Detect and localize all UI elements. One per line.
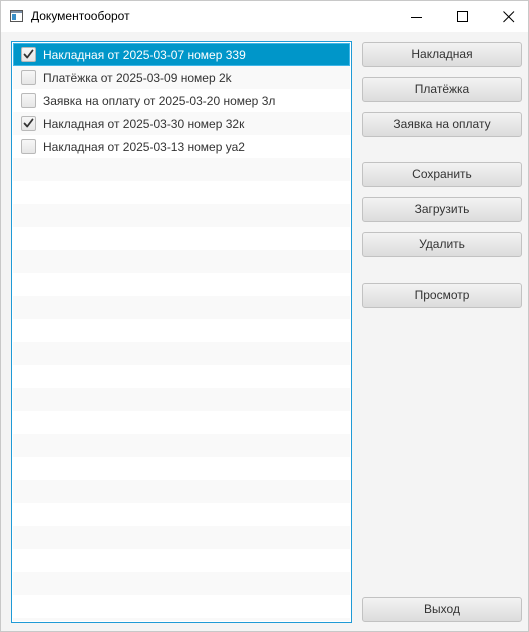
list-item-label: Заявка на оплату от 2025-03-20 номер 3л [43, 94, 276, 108]
empty-list-row [13, 549, 350, 572]
new-payment-button[interactable]: Платёжка [362, 77, 522, 102]
empty-list-row [13, 227, 350, 250]
empty-list-row [13, 618, 350, 621]
empty-list-row [13, 411, 350, 434]
empty-list-row [13, 365, 350, 388]
load-button[interactable]: Загрузить [362, 197, 522, 222]
empty-list-row [13, 181, 350, 204]
empty-list-row [13, 158, 350, 181]
window-title: Документооборот [31, 9, 130, 23]
item-checkbox[interactable] [21, 47, 36, 62]
empty-list-row [13, 526, 350, 549]
documents-list-body: Накладная от 2025-03-07 номер 339 Платёжк… [13, 43, 350, 621]
exit-button[interactable]: Выход [362, 597, 522, 622]
new-invoice-button[interactable]: Накладная [362, 42, 522, 67]
delete-button[interactable]: Удалить [362, 232, 522, 257]
list-item[interactable]: Платёжка от 2025-03-09 номер 2k [13, 66, 350, 89]
list-item-label: Накладная от 2025-03-07 номер 339 [43, 48, 246, 62]
item-checkbox[interactable] [21, 116, 36, 131]
title-bar[interactable]: Документооборот [1, 1, 528, 32]
list-item[interactable]: Накладная от 2025-03-30 номер 32к [13, 112, 350, 135]
empty-list-row [13, 595, 350, 618]
new-payment-request-button[interactable]: Заявка на оплату [362, 112, 522, 137]
empty-list-row [13, 204, 350, 227]
empty-list-row [13, 250, 350, 273]
empty-list-row [13, 480, 350, 503]
empty-list-row [13, 572, 350, 595]
close-icon [503, 11, 515, 23]
empty-list-row [13, 342, 350, 365]
checkmark-icon [23, 49, 34, 59]
maximize-icon [457, 11, 468, 22]
empty-list-row [13, 434, 350, 457]
item-checkbox[interactable] [21, 139, 36, 154]
empty-list-row [13, 319, 350, 342]
save-button[interactable]: Сохранить [362, 162, 522, 187]
empty-list-row [13, 388, 350, 411]
list-item-label: Платёжка от 2025-03-09 номер 2k [43, 71, 232, 85]
empty-list-row [13, 296, 350, 319]
main-window: Документооборот Накладная от 2025-03-07 … [0, 0, 529, 632]
checkmark-icon [23, 118, 34, 128]
minimize-icon [411, 17, 422, 18]
item-checkbox[interactable] [21, 93, 36, 108]
window-app-icon [10, 10, 23, 22]
maximize-button[interactable] [440, 1, 486, 32]
list-item[interactable]: Накладная от 2025-03-13 номер уа2 [13, 135, 350, 158]
list-item[interactable]: Заявка на оплату от 2025-03-20 номер 3л [13, 89, 350, 112]
documents-list[interactable]: Накладная от 2025-03-07 номер 339 Платёжк… [11, 41, 352, 623]
empty-list-row [13, 457, 350, 480]
empty-list-row [13, 273, 350, 296]
list-item-label: Накладная от 2025-03-30 номер 32к [43, 117, 245, 131]
close-button[interactable] [486, 1, 528, 32]
item-checkbox[interactable] [21, 70, 36, 85]
view-button[interactable]: Просмотр [362, 283, 522, 308]
list-item-label: Накладная от 2025-03-13 номер уа2 [43, 140, 245, 154]
empty-list-row [13, 503, 350, 526]
list-item[interactable]: Накладная от 2025-03-07 номер 339 [13, 43, 350, 66]
minimize-button[interactable] [394, 1, 440, 32]
